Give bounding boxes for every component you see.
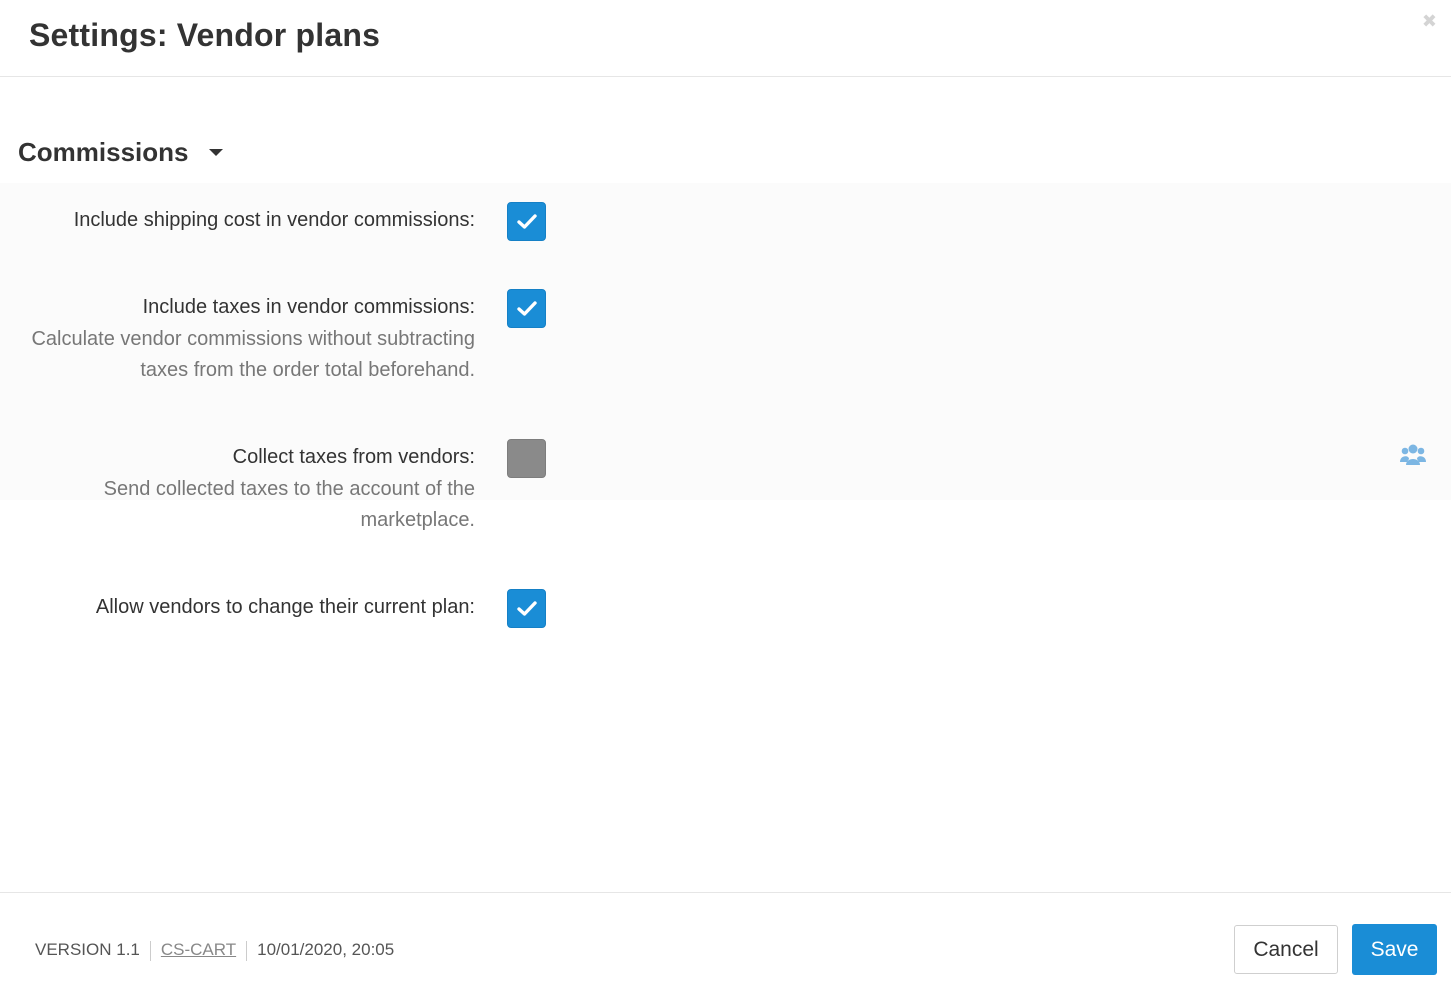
checkbox-include-taxes[interactable] (507, 289, 546, 328)
caret-down-icon (208, 148, 223, 156)
checkbox-collect-taxes[interactable] (507, 439, 546, 478)
setting-label-change-plan: Allow vendors to change their current pl… (95, 596, 475, 618)
setting-label-taxes: Include taxes in vendor commissions: (142, 296, 475, 318)
version-text: VERSION 1.1 (35, 940, 140, 959)
section-title: Commissions (18, 137, 189, 167)
timestamp: 10/01/2020, 20:05 (257, 940, 395, 959)
check-icon (517, 601, 537, 616)
setting-help-collect-taxes: Send collected taxes to the account of t… (103, 478, 475, 531)
checkbox-include-shipping[interactable] (507, 202, 546, 241)
cancel-button[interactable]: Cancel (1234, 925, 1338, 974)
check-icon (517, 301, 537, 316)
footer-meta: VERSION 1.1 CS-CART 10/01/2020, 20:05 (35, 940, 394, 961)
brand-link[interactable]: CS-CART (161, 940, 236, 959)
setting-label-collect-taxes: Collect taxes from vendors: (232, 446, 475, 468)
check-icon (517, 214, 537, 229)
save-button[interactable]: Save (1352, 924, 1437, 975)
close-icon[interactable]: ✖ (1422, 12, 1437, 30)
divider (149, 940, 151, 961)
divider (246, 940, 248, 961)
setting-help-taxes: Calculate vendor commissions without sub… (31, 328, 475, 381)
section-toggle-commissions[interactable]: Commissions (18, 137, 223, 168)
dialog-header: Settings: Vendor plans ✖ (0, 0, 1451, 77)
setting-label-shipping: Include shipping cost in vendor commissi… (73, 209, 475, 231)
dialog-title: Settings: Vendor plans (29, 17, 381, 53)
checkbox-allow-change-plan[interactable] (507, 589, 546, 628)
users-icon[interactable] (1400, 443, 1426, 467)
